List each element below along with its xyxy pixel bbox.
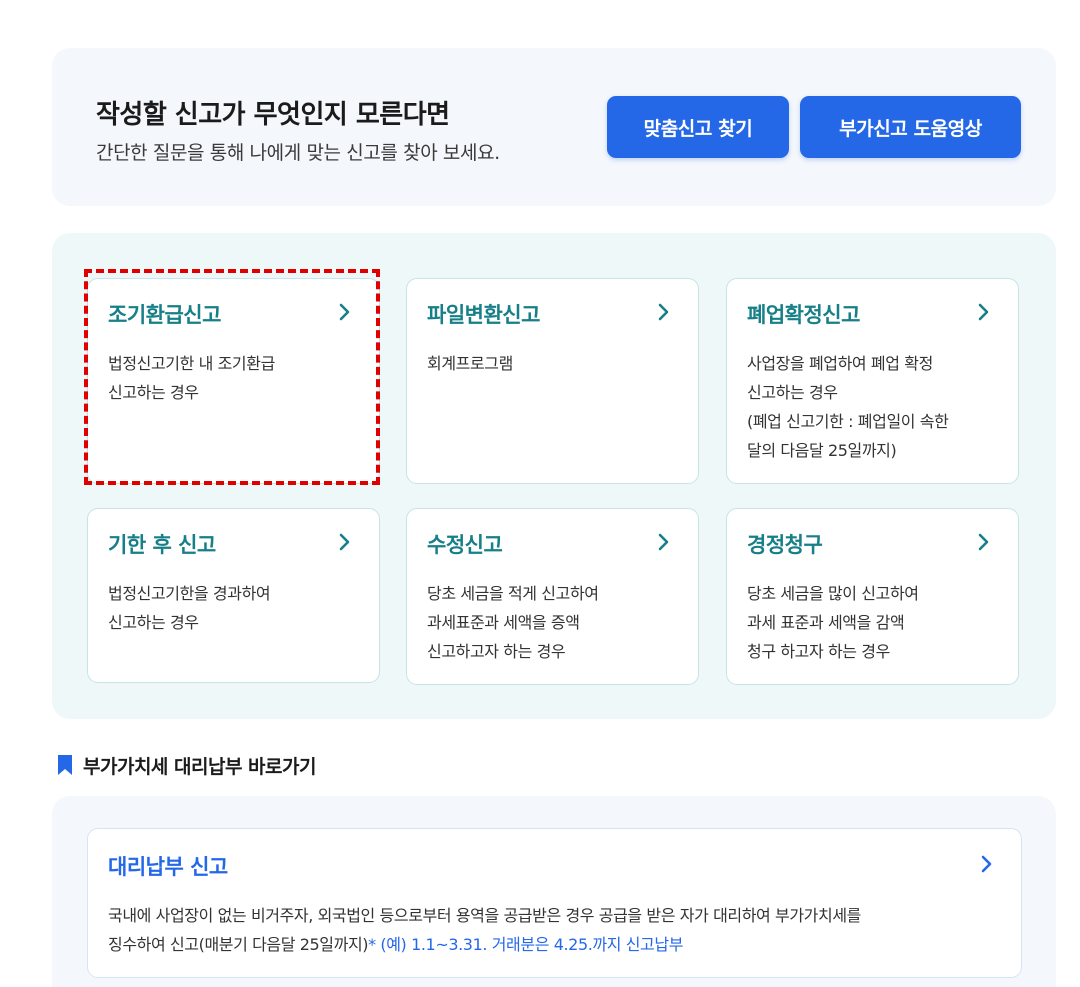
vat-help-video-button[interactable]: 부가신고 도움영상 [800, 96, 1021, 158]
card-title: 파일변환신고 [427, 303, 540, 327]
card-description: 국내에 사업장이 없는 비거주자, 외국법인 등으로부터 용역을 공급받은 경우… [108, 906, 861, 954]
card-proxy-payment[interactable]: 대리납부 신고 국내에 사업장이 없는 비거주자, 외국법인 등으로부터 용역을… [87, 828, 1022, 978]
section-heading: 부가가치세 대리납부 바로가기 [56, 752, 316, 778]
hero-subtitle: 간단한 질문을 통해 나에게 맞는 신고를 찾아 보세요. [96, 142, 500, 164]
chevron-right-icon [339, 303, 350, 321]
card-description: 법정신고기한을 경과하여 신고하는 경우 [108, 584, 271, 632]
hero-banner: 작성할 신고가 무엇인지 모른다면 간단한 질문을 통해 나에게 맞는 신고를 … [52, 48, 1056, 206]
card-early-refund[interactable]: 조기환급신고 법정신고기한 내 조기환급 신고하는 경우 [87, 278, 380, 484]
card-title: 수정신고 [427, 533, 503, 557]
chevron-right-icon [978, 533, 989, 551]
chevron-right-icon [658, 303, 669, 321]
proxy-payment-panel: 대리납부 신고 국내에 사업장이 없는 비거주자, 외국법인 등으로부터 용역을… [52, 796, 1056, 987]
bookmark-icon [58, 755, 72, 775]
chevron-right-icon [981, 855, 992, 873]
card-description: 법정신고기한 내 조기환급 신고하는 경우 [108, 354, 275, 402]
card-description: 당초 세금을 적게 신고하여 과세표준과 세액을 증액 신고하고자 하는 경우 [427, 584, 599, 661]
card-title: 대리납부 신고 [108, 855, 228, 879]
card-closure-confirmation[interactable]: 폐업확정신고 사업장을 폐업하여 폐업 확정 신고하는 경우 (폐업 신고기한 … [726, 278, 1019, 484]
example-note: * (예) 1.1~3.31. 거래분은 4.25.까지 신고납부 [368, 935, 684, 954]
card-description: 당초 세금을 많이 신고하여 과세 표준과 세액을 감액 청구 하고자 하는 경… [747, 584, 919, 661]
chevron-right-icon [339, 533, 350, 551]
card-late-filing[interactable]: 기한 후 신고 법정신고기한을 경과하여 신고하는 경우 [87, 508, 380, 683]
card-file-conversion[interactable]: 파일변환신고 회계프로그램 [406, 278, 699, 484]
card-amended-filing[interactable]: 수정신고 당초 세금을 적게 신고하여 과세표준과 세액을 증액 신고하고자 하… [406, 508, 699, 685]
chevron-right-icon [978, 303, 989, 321]
card-description: 회계프로그램 [427, 354, 513, 373]
card-title: 조기환급신고 [108, 303, 221, 327]
card-description: 사업장을 폐업하여 폐업 확정 신고하는 경우 (폐업 신고기한 : 폐업일이 … [747, 354, 949, 460]
custom-report-finder-button[interactable]: 맞춤신고 찾기 [607, 96, 789, 158]
card-title: 폐업확정신고 [747, 303, 860, 327]
report-types-panel: 조기환급신고 법정신고기한 내 조기환급 신고하는 경우 파일변환신고 회계프로… [52, 233, 1056, 719]
card-title: 기한 후 신고 [108, 533, 216, 557]
card-title: 경정청구 [747, 533, 823, 557]
card-correction-claim[interactable]: 경정청구 당초 세금을 많이 신고하여 과세 표준과 세액을 감액 청구 하고자… [726, 508, 1019, 685]
hero-title: 작성할 신고가 무엇인지 모른다면 [96, 100, 450, 130]
chevron-right-icon [658, 533, 669, 551]
section-title: 부가가치세 대리납부 바로가기 [83, 755, 316, 778]
